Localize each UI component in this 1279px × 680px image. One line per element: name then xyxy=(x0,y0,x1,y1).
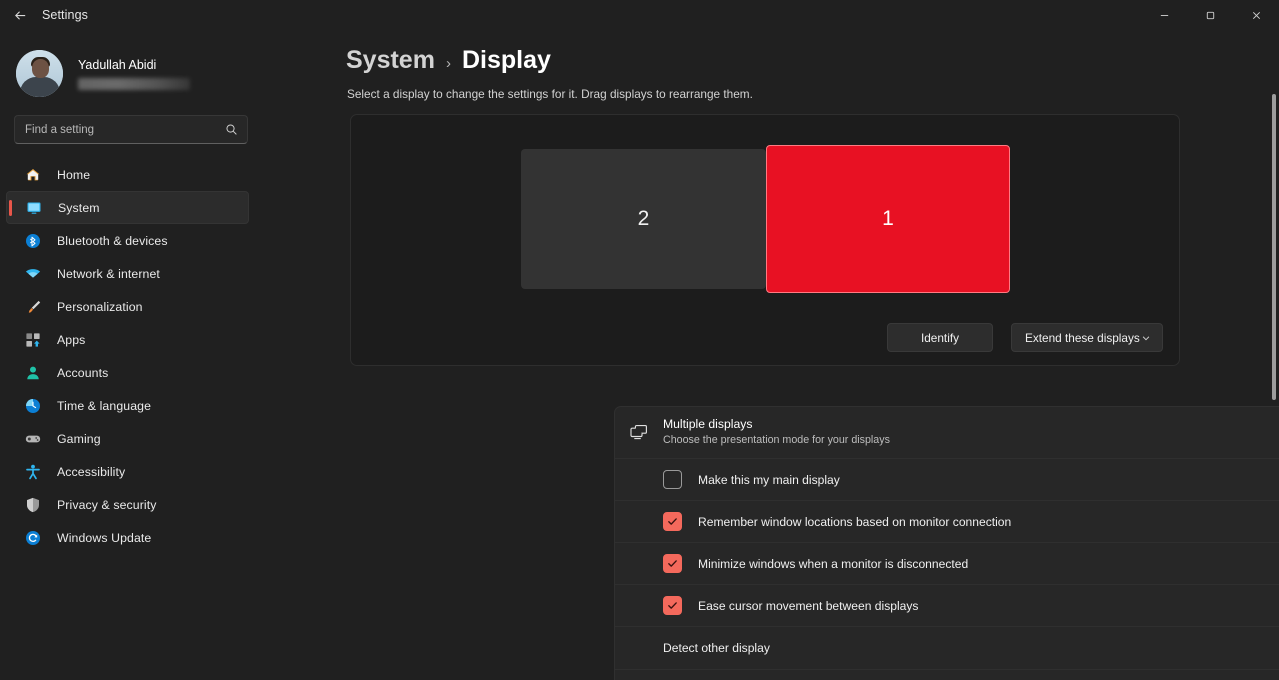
identify-button[interactable]: Identify xyxy=(887,323,993,352)
multiple-displays-group: Multiple displays Choose the presentatio… xyxy=(614,406,1279,680)
close-button[interactable] xyxy=(1233,0,1279,30)
update-icon xyxy=(24,529,42,547)
multiple-displays-expander[interactable]: Multiple displays Choose the presentatio… xyxy=(615,407,1279,458)
sidebar-item-accounts[interactable]: Accounts xyxy=(6,356,249,389)
title-bar: Settings xyxy=(0,0,1279,30)
bluetooth-icon xyxy=(24,232,42,250)
setting-row-main-display[interactable]: Make this my main display xyxy=(615,458,1279,500)
display-mode-label: Extend these displays xyxy=(1025,331,1140,345)
maximize-button[interactable] xyxy=(1187,0,1233,30)
sidebar-item-apps[interactable]: Apps xyxy=(6,323,249,356)
sidebar-item-network-internet[interactable]: Network & internet xyxy=(6,257,249,290)
multiple-displays-icon xyxy=(629,424,655,441)
scrollbar-thumb[interactable] xyxy=(1272,94,1276,400)
monitor-thumbnail-1[interactable]: 1 xyxy=(766,145,1010,293)
search-box[interactable] xyxy=(14,115,248,144)
paintbrush-icon xyxy=(24,298,42,316)
shield-icon xyxy=(24,496,42,514)
checkbox-make-main-display[interactable] xyxy=(663,470,682,489)
checkbox-label: Ease cursor movement between displays xyxy=(698,599,918,613)
sidebar-nav: Home System Bluetooth & devices Network … xyxy=(0,158,264,554)
account-card[interactable]: Yadullah Abidi xyxy=(0,30,264,102)
sidebar: Yadullah Abidi Home System xyxy=(0,30,264,680)
display-arrangement-stage[interactable]: 2 1 xyxy=(351,115,1179,313)
minimize-button[interactable] xyxy=(1141,0,1187,30)
clock-icon xyxy=(24,397,42,415)
person-icon xyxy=(24,364,42,382)
account-email-blurred xyxy=(78,78,190,90)
page-subtitle: Select a display to change the settings … xyxy=(264,75,1279,101)
sidebar-item-label: Windows Update xyxy=(57,531,151,545)
monitor-icon xyxy=(25,199,43,217)
monitor-number: 2 xyxy=(638,207,650,231)
apps-icon xyxy=(24,331,42,349)
detect-other-display-label: Detect other display xyxy=(663,641,770,655)
sidebar-item-label: Personalization xyxy=(57,300,143,314)
account-name: Yadullah Abidi xyxy=(78,57,190,73)
sidebar-item-accessibility[interactable]: Accessibility xyxy=(6,455,249,488)
breadcrumb: System › Display xyxy=(264,30,1279,75)
checkbox-remember-window-locations[interactable] xyxy=(663,512,682,531)
checkbox-minimize-windows[interactable] xyxy=(663,554,682,573)
chevron-down-icon xyxy=(1141,333,1151,343)
checkbox-label: Remember window locations based on monit… xyxy=(698,515,1011,529)
search-icon xyxy=(225,123,238,141)
back-arrow-icon[interactable] xyxy=(0,0,40,30)
display-arrangement-card: 2 1 Identify Extend these displays xyxy=(350,114,1180,366)
page-title: Display xyxy=(462,46,551,75)
accessibility-icon xyxy=(24,463,42,481)
avatar xyxy=(16,50,63,97)
sidebar-item-label: System xyxy=(58,201,100,215)
display-mode-dropdown[interactable]: Extend these displays xyxy=(1011,323,1163,352)
group-subtitle: Choose the presentation mode for your di… xyxy=(663,433,1279,448)
sidebar-item-label: Accessibility xyxy=(57,465,125,479)
sidebar-item-time-language[interactable]: Time & language xyxy=(6,389,249,422)
sidebar-item-label: Apps xyxy=(57,333,85,347)
window-title: Settings xyxy=(42,8,88,22)
main-content: System › Display Select a display to cha… xyxy=(264,30,1279,680)
sidebar-item-label: Time & language xyxy=(57,399,151,413)
sidebar-item-label: Network & internet xyxy=(57,267,160,281)
page-scrollbar[interactable] xyxy=(1272,90,1276,676)
setting-row-detect-other-display: Detect other display Detect xyxy=(615,626,1279,669)
setting-row-minimize-windows[interactable]: Minimize windows when a monitor is disco… xyxy=(615,542,1279,584)
search-input[interactable] xyxy=(15,124,247,136)
home-icon xyxy=(24,166,42,184)
sidebar-item-gaming[interactable]: Gaming xyxy=(6,422,249,455)
sidebar-item-label: Gaming xyxy=(57,432,101,446)
breadcrumb-separator: › xyxy=(446,55,451,72)
checkbox-label: Make this my main display xyxy=(698,473,840,487)
sidebar-item-privacy-security[interactable]: Privacy & security xyxy=(6,488,249,521)
sidebar-item-label: Home xyxy=(57,168,90,182)
gamepad-icon xyxy=(24,430,42,448)
breadcrumb-parent[interactable]: System xyxy=(346,46,435,75)
wifi-icon xyxy=(24,265,42,283)
sidebar-item-home[interactable]: Home xyxy=(6,158,249,191)
sidebar-item-system[interactable]: System xyxy=(6,191,249,224)
setting-row-ease-cursor-movement[interactable]: Ease cursor movement between displays xyxy=(615,584,1279,626)
sidebar-item-windows-update[interactable]: Windows Update xyxy=(6,521,249,554)
sidebar-item-personalization[interactable]: Personalization xyxy=(6,290,249,323)
setting-row-connect-wireless-display: Connect to a wireless display Connect xyxy=(615,669,1279,680)
sidebar-item-label: Privacy & security xyxy=(57,498,157,512)
sidebar-item-label: Accounts xyxy=(57,366,108,380)
sidebar-item-bluetooth-devices[interactable]: Bluetooth & devices xyxy=(6,224,249,257)
group-title: Multiple displays xyxy=(663,417,1279,432)
setting-row-remember-window-locations[interactable]: Remember window locations based on monit… xyxy=(615,500,1279,542)
checkbox-ease-cursor-movement[interactable] xyxy=(663,596,682,615)
sidebar-item-label: Bluetooth & devices xyxy=(57,234,168,248)
monitor-number: 1 xyxy=(882,207,894,231)
checkbox-label: Minimize windows when a monitor is disco… xyxy=(698,557,968,571)
monitor-thumbnail-2[interactable]: 2 xyxy=(521,149,766,289)
